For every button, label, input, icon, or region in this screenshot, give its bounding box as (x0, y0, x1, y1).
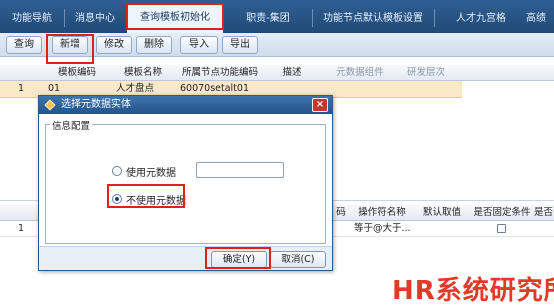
col-default-value[interactable]: 默认取值 (416, 205, 468, 220)
watermark: HR系统研究所 (392, 276, 554, 306)
dialog-title: 选择元数据实体 (61, 99, 131, 110)
fixed-condition-checkbox[interactable] (497, 224, 506, 233)
highlight-add-button (46, 34, 94, 64)
select-metadata-dialog: 选择元数据实体 × 信息配置 使用元数据 不使用元数据 确定(Y) 取消(C) (38, 95, 333, 271)
tab-separator (434, 9, 435, 27)
row-number: 1 (18, 223, 25, 234)
tab-talent-grid[interactable]: 人才九宫格 (438, 6, 524, 33)
col-description[interactable]: 描述 (266, 65, 318, 80)
cell-operator: 等于@大于... (354, 223, 411, 234)
module-tab-bar: 功能导航 消息中心 查询模板初始化 职责-集团 功能节点默认模板设置 人才九宫格… (0, 0, 554, 33)
template-grid-header: 模板编码 模板名称 所属节点功能编码 描述 元数据组件 研发层次 (0, 65, 554, 81)
close-icon[interactable]: × (312, 98, 328, 112)
cancel-button[interactable]: 取消(C) (270, 251, 326, 268)
tab-node-default-template[interactable]: 功能节点默认模板设置 (314, 6, 432, 33)
highlight-ok-button (205, 247, 271, 269)
dialog-button-bar: 确定(Y) 取消(C) (39, 246, 332, 270)
app-icon (44, 99, 56, 111)
import-button[interactable]: 导入 (180, 36, 218, 54)
metadata-entity-input[interactable] (196, 162, 284, 178)
tab-performance[interactable]: 高绩 (526, 6, 554, 33)
dialog-title-bar[interactable]: 选择元数据实体 × (39, 96, 332, 114)
col-code-partial[interactable]: 码 (333, 205, 349, 220)
tab-function-nav[interactable]: 功能导航 (2, 6, 62, 33)
highlight-no-metadata (107, 184, 185, 208)
query-button[interactable]: 查询 (6, 36, 42, 54)
info-config-group: 信息配置 使用元数据 不使用元数据 (45, 118, 326, 244)
tab-message-center[interactable]: 消息中心 (66, 6, 124, 33)
col-metadata-component[interactable]: 元数据组件 (326, 65, 394, 80)
delete-button[interactable]: 删除 (136, 36, 172, 54)
highlight-active-tab (126, 3, 224, 30)
use-metadata-label: 使用元数据 (126, 168, 176, 179)
use-metadata-radio[interactable] (112, 166, 122, 176)
group-legend: 信息配置 (50, 118, 93, 132)
edit-button[interactable]: 修改 (96, 36, 132, 54)
col-dev-level[interactable]: 研发层次 (398, 65, 454, 80)
tab-separator (312, 9, 313, 27)
tab-duty-group[interactable]: 职责-集团 (226, 6, 310, 33)
col-more[interactable]: 是否... (534, 205, 554, 220)
row-number: 1 (18, 83, 25, 94)
col-template-code[interactable]: 模板编码 (44, 65, 110, 80)
col-template-name[interactable]: 模板名称 (112, 65, 174, 80)
col-fixed-condition[interactable]: 是否固定条件 (470, 205, 534, 220)
col-node-code[interactable]: 所属节点功能编码 (176, 65, 264, 80)
col-operator-name[interactable]: 操作符名称 (352, 205, 412, 220)
tab-separator (64, 9, 65, 27)
export-button[interactable]: 导出 (222, 36, 258, 54)
